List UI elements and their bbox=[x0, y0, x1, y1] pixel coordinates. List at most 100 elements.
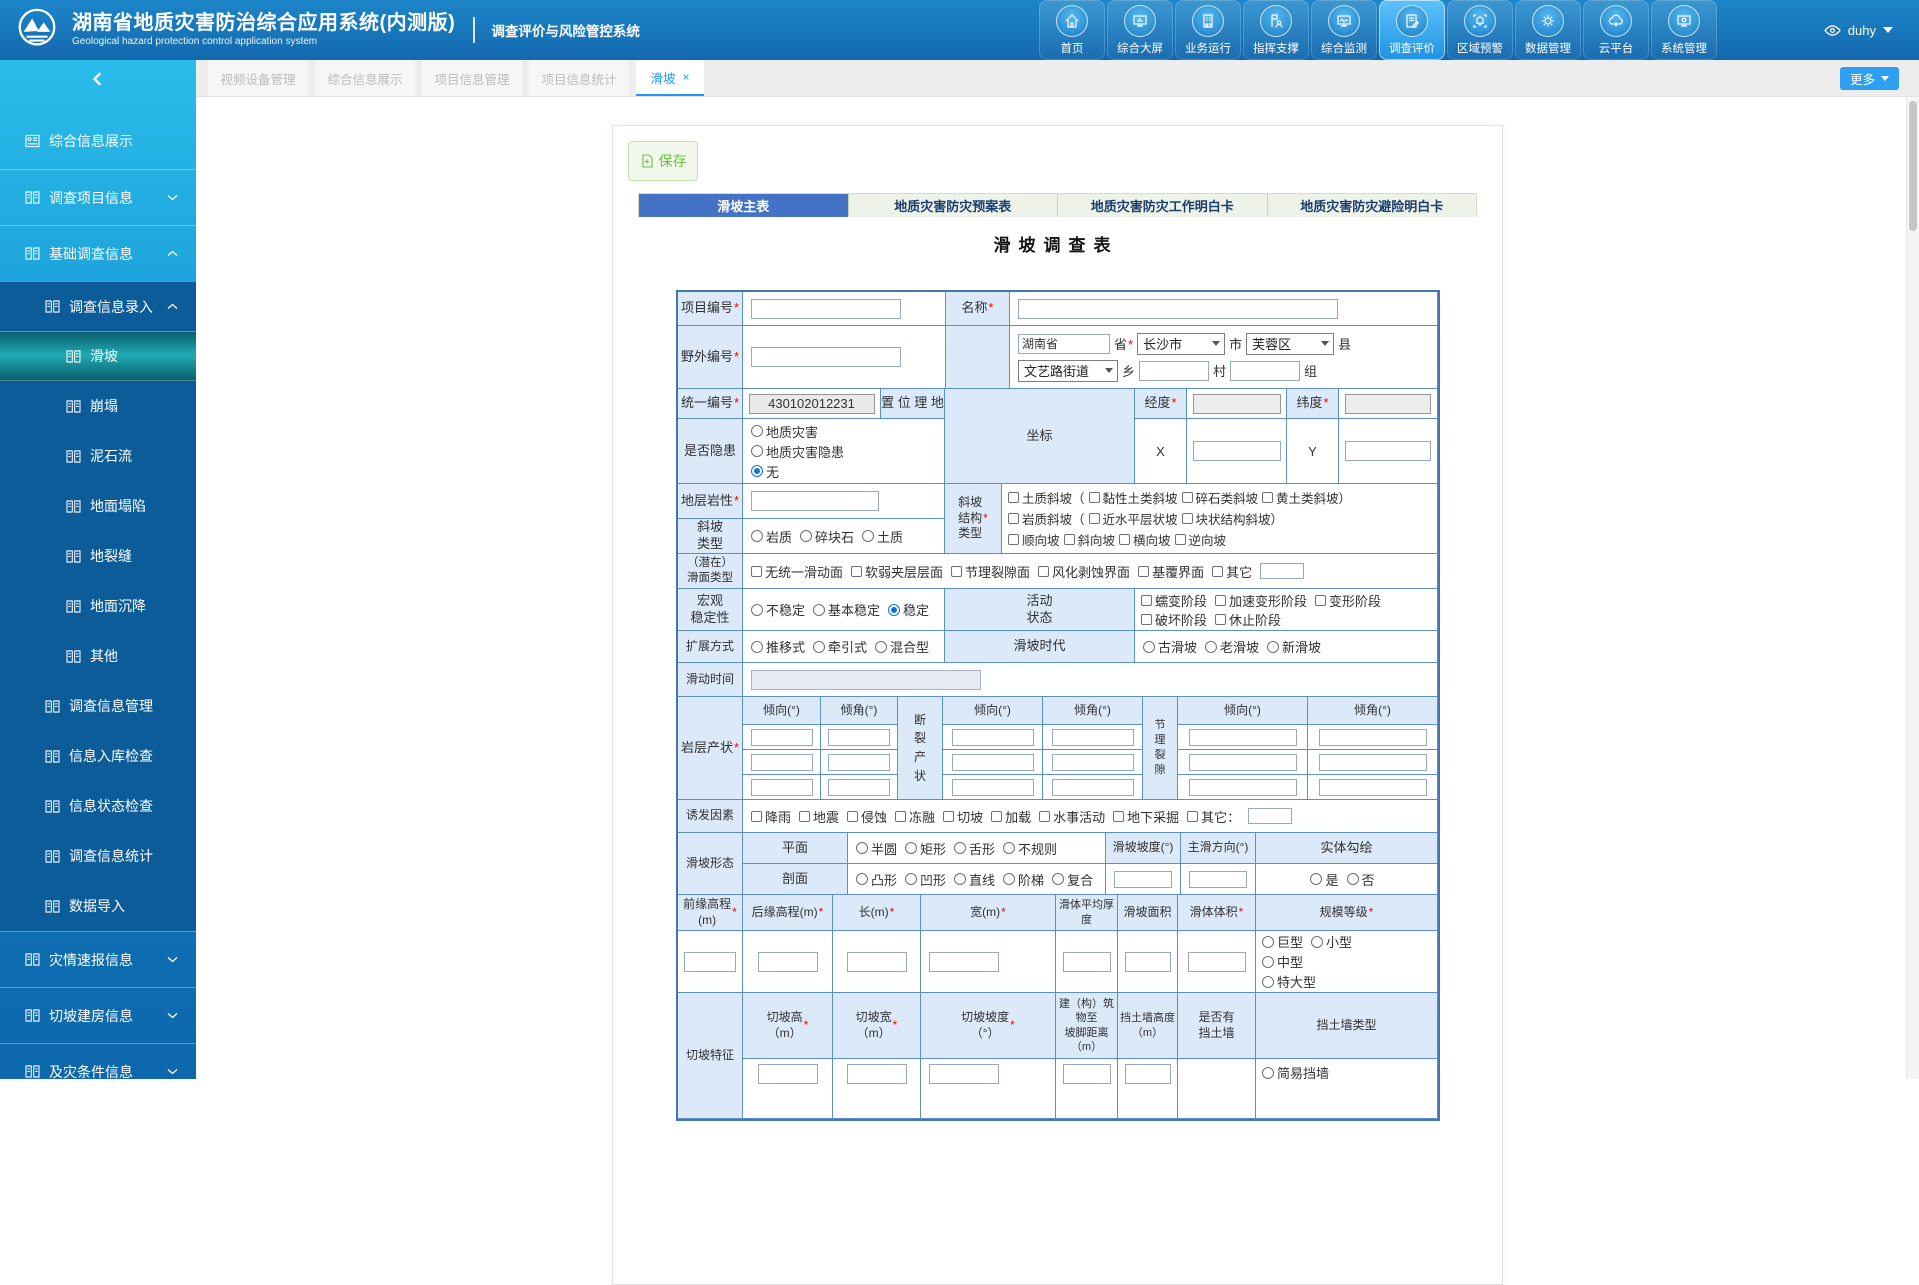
sidebar-item-basic-survey-info[interactable]: 基础调查信息 bbox=[0, 225, 196, 281]
radio-control[interactable] bbox=[751, 641, 763, 653]
checkbox-control[interactable] bbox=[1212, 566, 1223, 577]
radio-option[interactable]: 古滑坡 bbox=[1143, 637, 1197, 656]
sidebar-item-disaster-report-info[interactable]: 灾情速报信息 bbox=[0, 931, 196, 987]
checkbox-control[interactable] bbox=[1008, 492, 1019, 503]
checkbox-control[interactable] bbox=[1119, 534, 1130, 545]
checkbox-option[interactable]: 水事活动 bbox=[1039, 807, 1105, 826]
y-input[interactable] bbox=[1345, 441, 1431, 461]
checkbox-control[interactable] bbox=[1175, 534, 1186, 545]
form-tab-work-card[interactable]: 地质灾害防灾工作明白卡 bbox=[1058, 194, 1268, 217]
sidebar-item-collapse-hazard[interactable]: 崩塌 bbox=[0, 381, 196, 431]
checkbox-control[interactable] bbox=[1089, 513, 1100, 524]
sidebar-item-slope-house-info[interactable]: 切坡建房信息 bbox=[0, 987, 196, 1043]
checkbox-control[interactable] bbox=[847, 811, 858, 822]
radio-control[interactable] bbox=[751, 465, 763, 477]
radio-control[interactable] bbox=[875, 641, 887, 653]
attitude-input[interactable] bbox=[1052, 729, 1134, 746]
attitude-input[interactable] bbox=[952, 779, 1034, 796]
slide-time-input[interactable] bbox=[751, 670, 981, 690]
attitude-input[interactable] bbox=[1189, 754, 1297, 771]
sidebar-item-data-import[interactable]: 数据导入 bbox=[0, 881, 196, 931]
checkbox-option[interactable]: 顺向坡 bbox=[1008, 530, 1060, 549]
attitude-input[interactable] bbox=[828, 729, 890, 746]
field-no-input[interactable] bbox=[751, 347, 901, 367]
x-input[interactable] bbox=[1193, 441, 1281, 461]
nav-item-command-support[interactable]: 指挥支撑 bbox=[1243, 0, 1309, 60]
close-icon[interactable]: × bbox=[683, 70, 690, 84]
checkbox-control[interactable] bbox=[1141, 595, 1152, 606]
radio-option[interactable]: 小型 bbox=[1311, 932, 1352, 951]
radio-option[interactable]: 直线 bbox=[954, 870, 995, 889]
project-no-input[interactable] bbox=[751, 299, 901, 319]
checkbox-option[interactable]: 休止阶段 bbox=[1215, 610, 1281, 629]
sidebar-item-survey-info-statistics[interactable]: 调查信息统计 bbox=[0, 831, 196, 881]
cut-height-input[interactable] bbox=[758, 1064, 818, 1084]
county-select[interactable]: 芙蓉区 bbox=[1246, 333, 1334, 355]
radio-control[interactable] bbox=[751, 604, 763, 616]
checkbox-option[interactable]: 变形阶段 bbox=[1315, 591, 1381, 610]
attitude-input[interactable] bbox=[751, 754, 813, 771]
radio-option[interactable]: 复合 bbox=[1052, 870, 1093, 889]
form-tab-avoidance-card[interactable]: 地质灾害防灾避险明白卡 bbox=[1268, 194, 1477, 217]
checkbox-control[interactable] bbox=[943, 811, 954, 822]
sidebar-item-survey-info-management[interactable]: 调查信息管理 bbox=[0, 681, 196, 731]
radio-option[interactable]: 中型 bbox=[1262, 952, 1303, 971]
checkbox-control[interactable] bbox=[1215, 614, 1226, 625]
attitude-input[interactable] bbox=[1319, 754, 1427, 771]
checkbox-option[interactable]: 降雨 bbox=[751, 807, 791, 826]
checkbox-option[interactable]: 块状结构斜坡） bbox=[1182, 509, 1284, 528]
tab-project-info-management[interactable]: 项目信息管理 bbox=[422, 60, 522, 96]
checkbox-control[interactable] bbox=[1008, 534, 1019, 545]
radio-option[interactable]: 巨型 bbox=[1262, 932, 1303, 951]
radio-control[interactable] bbox=[1205, 641, 1217, 653]
wall-height-input[interactable] bbox=[1125, 1064, 1171, 1084]
form-tab-landslide-main[interactable]: 滑坡主表 bbox=[639, 194, 849, 217]
checkbox-option[interactable]: 斜向坡 bbox=[1064, 530, 1116, 549]
volume-input[interactable] bbox=[1188, 952, 1246, 972]
checkbox-option[interactable]: 侵蚀 bbox=[847, 807, 887, 826]
radio-control[interactable] bbox=[1143, 641, 1155, 653]
radio-option[interactable]: 简易挡墙 bbox=[1262, 1063, 1329, 1082]
checkbox-option[interactable]: 节理裂隙面 bbox=[951, 562, 1030, 581]
radio-option[interactable]: 是 bbox=[1310, 870, 1338, 889]
radio-option[interactable]: 凹形 bbox=[905, 870, 946, 889]
checkbox-option[interactable]: 冻融 bbox=[895, 807, 935, 826]
checkbox-option[interactable]: 加载 bbox=[991, 807, 1031, 826]
radio-option[interactable]: 新滑坡 bbox=[1267, 637, 1321, 656]
radio-control[interactable] bbox=[905, 873, 917, 885]
cut-width-input[interactable] bbox=[847, 1064, 907, 1084]
thickness-input[interactable] bbox=[1063, 952, 1111, 972]
radio-option[interactable]: 土质 bbox=[862, 527, 903, 546]
sidebar-item-comprehensive-info-display[interactable]: 综合信息展示 bbox=[0, 113, 196, 169]
radio-option[interactable]: 半圆 bbox=[856, 839, 897, 858]
sidebar-item-info-storage-check[interactable]: 信息入库检查 bbox=[0, 731, 196, 781]
nav-item-home[interactable]: 首页 bbox=[1039, 0, 1105, 60]
radio-option[interactable]: 地质灾害隐患 bbox=[751, 442, 844, 461]
radio-option[interactable]: 推移式 bbox=[751, 637, 805, 656]
radio-control[interactable] bbox=[1310, 873, 1322, 885]
cut-grade-input[interactable] bbox=[929, 1064, 999, 1084]
checkbox-control[interactable] bbox=[1262, 492, 1273, 503]
checkbox-control[interactable] bbox=[1182, 492, 1193, 503]
sidebar-item-ground-collapse[interactable]: 地面塌陷 bbox=[0, 481, 196, 531]
checkbox-option[interactable]: 破坏阶段 bbox=[1141, 610, 1207, 629]
radio-option[interactable]: 凸形 bbox=[856, 870, 897, 889]
radio-control[interactable] bbox=[888, 604, 900, 616]
attitude-input[interactable] bbox=[828, 779, 890, 796]
radio-control[interactable] bbox=[1003, 842, 1015, 854]
sidebar-item-ground-fissure[interactable]: 地裂缝 bbox=[0, 531, 196, 581]
sidebar-item-debris-flow[interactable]: 泥石流 bbox=[0, 431, 196, 481]
radio-control[interactable] bbox=[905, 842, 917, 854]
nav-item-region-warning[interactable]: 区域预警 bbox=[1447, 0, 1513, 60]
checkbox-control[interactable] bbox=[951, 566, 962, 577]
more-button[interactable]: 更多 bbox=[1840, 67, 1899, 90]
tab-landslide-active[interactable]: 滑坡 × bbox=[636, 60, 704, 96]
village-input[interactable] bbox=[1139, 361, 1209, 381]
nav-item-cloud-platform[interactable]: 云平台 bbox=[1583, 0, 1649, 60]
attitude-input[interactable] bbox=[751, 779, 813, 796]
town-select[interactable]: 文艺路街道 bbox=[1018, 360, 1118, 382]
checkbox-option[interactable]: 碎石类斜坡 bbox=[1182, 488, 1259, 507]
radio-control[interactable] bbox=[1003, 873, 1015, 885]
radio-control[interactable] bbox=[751, 530, 763, 542]
slope-grade-input[interactable] bbox=[1114, 871, 1172, 888]
